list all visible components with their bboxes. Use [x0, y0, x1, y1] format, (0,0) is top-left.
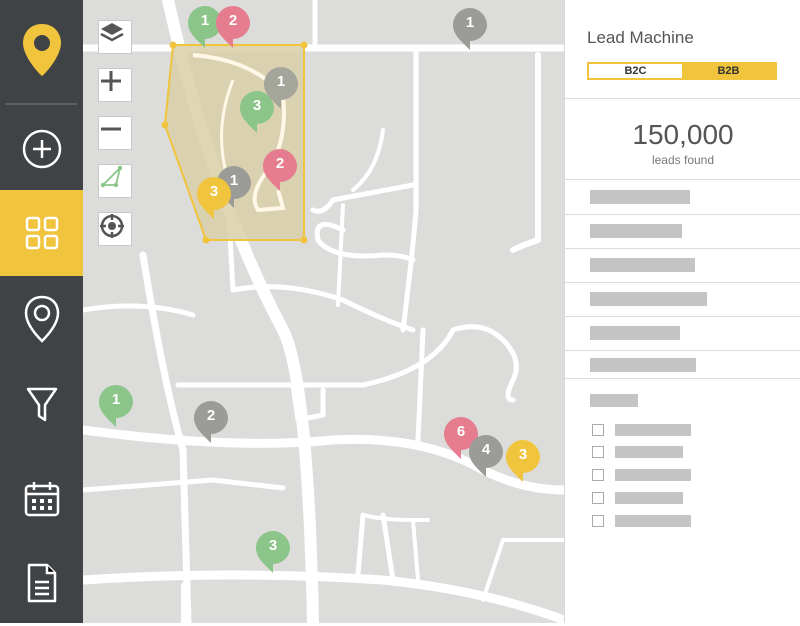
marker-count: 1	[465, 14, 475, 31]
checkbox-label-placeholder	[615, 424, 691, 436]
map-view[interactable]: 1 2 1 1 3 2 1 3 1 2 6 4 3 3	[83, 0, 564, 623]
map-marker[interactable]: 3	[196, 176, 232, 220]
sidebar-item-dashboard[interactable]	[0, 190, 83, 276]
checkbox-label-placeholder	[615, 515, 691, 527]
layers-button[interactable]	[98, 20, 132, 54]
placeholder-text	[590, 326, 680, 340]
marker-count: 2	[228, 12, 238, 29]
sidebar-item-filter[interactable]	[0, 362, 83, 448]
map-marker[interactable]: 2	[215, 5, 251, 49]
map-roads	[83, 0, 564, 623]
filter-heading-placeholder	[590, 394, 638, 407]
marker-count: 3	[518, 446, 528, 463]
marker-count: 1	[111, 391, 121, 408]
segment-toggle[interactable]: B2C B2B	[587, 62, 777, 80]
marker-count: 2	[206, 407, 216, 424]
marker-count: 3	[268, 537, 278, 554]
placeholder-text	[590, 292, 707, 306]
sidebar-item-calendar[interactable]	[0, 456, 83, 542]
filter-checkbox[interactable]	[592, 424, 604, 436]
lead-count-label: leads found	[651, 153, 715, 167]
divider	[565, 378, 800, 379]
marker-count: 3	[209, 183, 219, 200]
checkbox-label-placeholder	[615, 492, 683, 504]
filter-checkbox[interactable]	[592, 469, 604, 481]
lead-count: 150,000	[632, 119, 734, 150]
map-marker[interactable]: 1	[98, 384, 134, 428]
placeholder-text	[590, 224, 682, 238]
map-marker[interactable]: 2	[262, 148, 298, 192]
zoom-in-button[interactable]	[98, 68, 132, 102]
funnel-icon	[26, 387, 57, 422]
polygon-draw-button[interactable]	[98, 164, 132, 198]
toggle-b2b[interactable]: B2B	[682, 64, 775, 78]
zoom-out-button[interactable]	[98, 116, 132, 150]
zoom-out-icon	[101, 127, 121, 131]
sidebar-item-locations[interactable]	[0, 276, 83, 362]
sidebar-item-add[interactable]	[0, 106, 83, 192]
sidebar-divider	[5, 103, 77, 105]
grid-icon	[25, 216, 58, 250]
locate-icon	[100, 214, 124, 238]
map-marker[interactable]: 4	[468, 434, 504, 478]
app-logo[interactable]	[0, 0, 83, 100]
toggle-b2c[interactable]: B2C	[589, 64, 682, 78]
map-pin-icon	[24, 295, 59, 343]
filter-checkbox[interactable]	[592, 446, 604, 458]
list-item[interactable]	[565, 282, 800, 317]
panel-title: Lead Machine	[587, 28, 694, 47]
placeholder-text	[590, 258, 695, 272]
marker-count: 3	[252, 97, 262, 114]
calendar-icon	[24, 482, 59, 517]
checkbox-label-placeholder	[615, 446, 683, 458]
placeholder-text	[590, 358, 696, 372]
list-item[interactable]	[565, 214, 800, 249]
placeholder-text	[590, 190, 690, 204]
lead-panel: Lead Machine B2C B2B 150,000 leads found	[564, 0, 800, 623]
lead-count-box: 150,000 leads found	[565, 98, 800, 180]
sidebar	[0, 0, 83, 623]
map-marker[interactable]: 3	[239, 90, 275, 134]
locate-button[interactable]	[98, 212, 132, 246]
marker-count: 2	[275, 155, 285, 172]
map-marker[interactable]: 1	[452, 7, 488, 51]
map-marker[interactable]: 2	[193, 400, 229, 444]
filter-checkbox[interactable]	[592, 515, 604, 527]
zoom-in-icon	[101, 71, 121, 91]
checkbox-label-placeholder	[615, 469, 691, 481]
filter-checkbox[interactable]	[592, 492, 604, 504]
document-icon	[27, 563, 56, 603]
layers-icon	[100, 23, 124, 42]
map-marker[interactable]: 3	[255, 530, 291, 574]
location-pin-logo-icon	[22, 24, 61, 76]
list-item[interactable]	[565, 316, 800, 351]
map-marker[interactable]: 3	[505, 439, 541, 483]
sidebar-item-reports[interactable]	[0, 540, 83, 626]
marker-count: 4	[481, 441, 491, 458]
list-item[interactable]	[565, 180, 800, 215]
polygon-draw-icon	[100, 165, 123, 188]
list-item[interactable]	[565, 248, 800, 283]
plus-circle-icon	[22, 129, 61, 169]
